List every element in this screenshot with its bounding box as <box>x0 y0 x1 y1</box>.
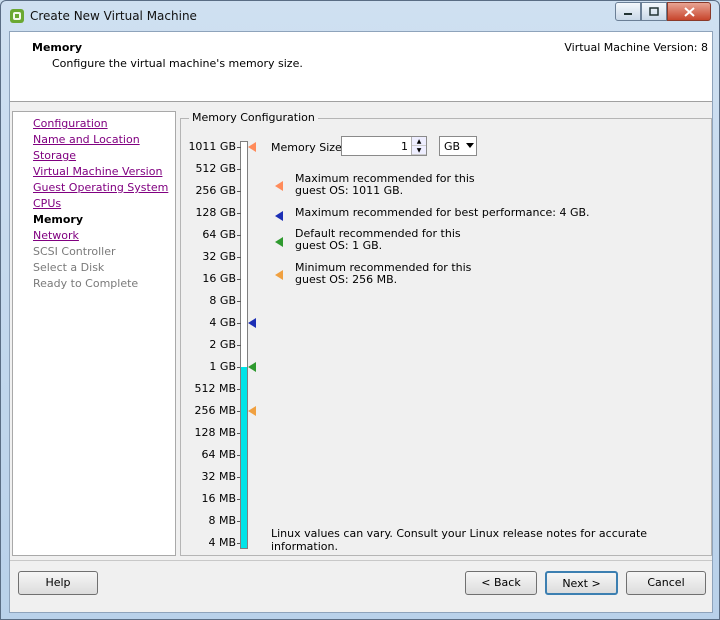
cancel-button[interactable]: Cancel <box>626 571 706 595</box>
memory-size-value: 1 <box>401 140 408 153</box>
linux-note: Linux values can vary. Consult your Linu… <box>271 527 648 553</box>
scale-tick <box>237 235 241 236</box>
scale-label: 16 GB <box>202 272 236 285</box>
step-network[interactable]: Network <box>33 229 79 242</box>
max-performance-marker-icon <box>275 211 283 221</box>
back-button[interactable]: < Back <box>465 571 537 595</box>
maximize-button[interactable] <box>641 2 667 21</box>
scale-label: 256 MB <box>194 404 236 417</box>
recommendation-marker-icon <box>248 406 256 416</box>
memory-unit-value: GB <box>444 140 461 153</box>
close-button[interactable] <box>667 2 711 21</box>
page-subtitle: Configure the virtual machine's memory s… <box>52 57 303 70</box>
scale-label: 64 MB <box>201 448 236 461</box>
default-marker-icon <box>275 237 283 247</box>
next-button[interactable]: Next > <box>545 571 618 595</box>
vsphere-app-icon <box>9 8 25 24</box>
minimize-icon <box>624 12 632 15</box>
memory-size-stepper[interactable]: ▲ ▼ <box>411 137 426 155</box>
scale-tick <box>237 279 241 280</box>
scale-label: 32 GB <box>202 250 236 263</box>
chevron-down-icon <box>466 143 474 148</box>
scale-tick <box>237 301 241 302</box>
vm-version-label: Virtual Machine Version: 8 <box>564 41 708 54</box>
step-select-disk: Select a Disk <box>33 261 105 274</box>
step-vm-version[interactable]: Virtual Machine Version <box>33 165 162 178</box>
legend-max-performance: Maximum recommended for best performance… <box>295 207 590 219</box>
scale-label: 1 GB <box>209 360 236 373</box>
scale-tick <box>237 257 241 258</box>
scale-label: 128 MB <box>194 426 236 439</box>
max-guest-marker-icon <box>275 181 283 191</box>
legend-max-performance-line1: Maximum recommended for best performance… <box>295 206 590 219</box>
wizard-steps-panel: Configuration Name and Location Storage … <box>12 111 176 556</box>
stepper-up-icon[interactable]: ▲ <box>412 137 426 146</box>
scale-tick <box>237 213 241 214</box>
memory-unit-select[interactable]: GB <box>439 136 477 156</box>
scale-label: 8 GB <box>209 294 236 307</box>
recommendation-marker-icon <box>248 142 256 152</box>
scale-label: 4 GB <box>209 316 236 329</box>
step-configuration[interactable]: Configuration <box>33 117 108 130</box>
scale-label: 256 GB <box>195 184 236 197</box>
scale-tick <box>237 345 241 346</box>
wizard-header: Memory Configure the virtual machine's m… <box>10 32 712 102</box>
scale-label: 1011 GB <box>188 140 236 153</box>
memory-size-label: Memory Size: <box>271 141 346 154</box>
step-scsi-controller: SCSI Controller <box>33 245 116 258</box>
step-guest-os[interactable]: Guest Operating System <box>33 181 168 194</box>
legend-default: Default recommended for this guest OS: 1… <box>295 228 461 252</box>
scale-label: 2 GB <box>209 338 236 351</box>
minimize-button[interactable] <box>615 2 641 21</box>
step-name-and-location[interactable]: Name and Location <box>33 133 140 146</box>
wizard-window: Create New Virtual Machine Memory Config… <box>0 0 720 620</box>
scale-label: 64 GB <box>202 228 236 241</box>
scale-label: 512 MB <box>194 382 236 395</box>
memory-fill <box>240 367 248 549</box>
scale-label: 4 MB <box>208 536 236 549</box>
page-title: Memory <box>32 41 83 54</box>
memory-configuration-group: Memory Configuration 1011 GB 512 GB 256 GB… <box>180 111 712 556</box>
scale-label: 8 MB <box>208 514 236 527</box>
legend-default-line2: guest OS: 1 GB. <box>295 239 383 252</box>
legend-min-guest: Minimum recommended for this guest OS: 2… <box>295 262 471 286</box>
scale-label: 32 MB <box>201 470 236 483</box>
title-bar[interactable]: Create New Virtual Machine <box>1 1 719 31</box>
scale-label: 16 MB <box>201 492 236 505</box>
wizard-footer: Help < Back Next > Cancel <box>10 560 712 612</box>
legend-max-guest-line2: guest OS: 1011 GB. <box>295 184 404 197</box>
scale-tick <box>237 191 241 192</box>
scale-tick <box>237 169 241 170</box>
legend-min-guest-line2: guest OS: 256 MB. <box>295 273 398 286</box>
maximize-icon <box>649 7 659 16</box>
min-guest-marker-icon <box>275 270 283 280</box>
close-icon <box>683 6 695 17</box>
wizard-content: Memory Configure the virtual machine's m… <box>9 31 713 613</box>
step-cpus[interactable]: CPUs <box>33 197 61 210</box>
stepper-down-icon[interactable]: ▼ <box>412 146 426 155</box>
recommendation-marker-icon <box>248 362 256 372</box>
scale-tick <box>237 323 241 324</box>
scale-tick <box>237 147 241 148</box>
memory-size-input[interactable]: 1 ▲ ▼ <box>341 136 427 156</box>
step-storage[interactable]: Storage <box>33 149 76 162</box>
recommendation-marker-icon <box>248 318 256 328</box>
scale-label: 128 GB <box>195 206 236 219</box>
step-ready-to-complete: Ready to Complete <box>33 277 139 290</box>
step-memory: Memory <box>33 213 84 226</box>
help-button[interactable]: Help <box>18 571 98 595</box>
window-title: Create New Virtual Machine <box>30 9 197 23</box>
scale-label: 512 GB <box>195 162 236 175</box>
legend-max-guest: Maximum recommended for this guest OS: 1… <box>295 173 475 197</box>
